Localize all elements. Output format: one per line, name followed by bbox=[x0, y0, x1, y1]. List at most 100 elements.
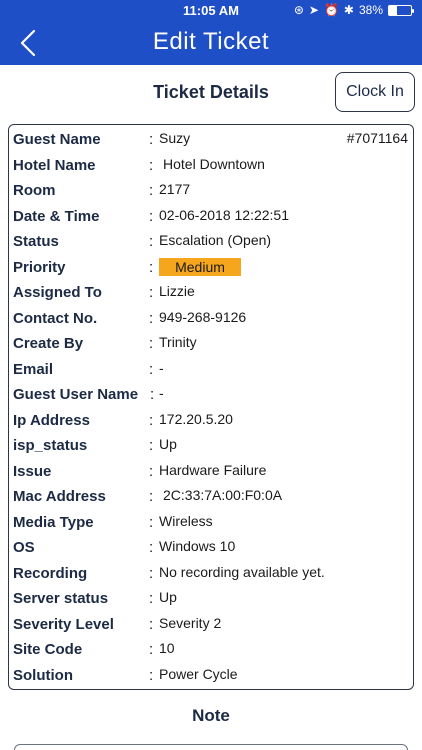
detail-value: Windows 10 bbox=[159, 538, 236, 554]
detail-value: - bbox=[159, 385, 164, 401]
detail-label: Ip Address bbox=[13, 411, 90, 429]
detail-label: isp_status bbox=[13, 437, 88, 454]
detail-value: Severity 2 bbox=[159, 614, 222, 631]
detail-value: 2177 bbox=[159, 181, 191, 197]
detail-label: Site Code bbox=[13, 641, 83, 658]
status-indicators: ⊛ ➤ ⏰ ✱ 38% bbox=[293, 3, 414, 17]
detail-row-solution: Solution : Power Cycle bbox=[13, 663, 403, 687]
detail-colon: : bbox=[149, 258, 154, 276]
detail-colon: : bbox=[149, 564, 154, 582]
location-icon: ➤ bbox=[308, 3, 319, 17]
detail-label: Date & Time bbox=[13, 207, 100, 225]
detail-colon: : bbox=[149, 590, 154, 607]
detail-row-priority: Priority : Medium bbox=[13, 255, 403, 279]
page-title: Edit Ticket bbox=[152, 28, 270, 55]
detail-row-server-status: Server status : Up bbox=[13, 586, 403, 610]
detail-label: Room bbox=[13, 182, 56, 199]
detail-value: - bbox=[159, 359, 164, 376]
detail-label: Create By bbox=[13, 335, 84, 352]
detail-value: Power Cycle bbox=[159, 665, 238, 682]
detail-colon: : bbox=[149, 615, 154, 633]
detail-colon: : bbox=[149, 156, 154, 174]
detail-colon: : bbox=[149, 666, 154, 684]
detail-label: Assigned To bbox=[13, 284, 102, 301]
detail-row-room: Room : 2177 bbox=[13, 178, 403, 202]
detail-value: Hotel Downtown bbox=[163, 155, 265, 172]
detail-colon: : bbox=[149, 335, 154, 352]
detail-label: Recording bbox=[13, 564, 88, 582]
detail-colon: : bbox=[149, 513, 154, 531]
detail-colon: : bbox=[149, 284, 154, 301]
detail-row-assigned-to: Assigned To : Lizzie bbox=[13, 280, 403, 304]
detail-colon: : bbox=[149, 411, 154, 429]
nav-bar: Edit Ticket bbox=[0, 20, 422, 65]
detail-row-email: Email : - bbox=[13, 357, 403, 381]
battery-fill bbox=[389, 5, 398, 15]
detail-row-recording: Recording : No recording available yet. bbox=[13, 561, 403, 585]
detail-row-ip-address: Ip Address : 172.20.5.20 bbox=[13, 408, 403, 432]
detail-label: Severity Level bbox=[13, 615, 114, 633]
detail-row-hotel-name: Hotel Name : Hotel Downtown bbox=[13, 153, 403, 177]
priority-badge: Medium bbox=[159, 257, 241, 276]
detail-row-issue: Issue : Hardware Failure bbox=[13, 459, 403, 483]
detail-value: Lizzie bbox=[159, 283, 195, 299]
detail-value: 172.20.5.20 bbox=[159, 410, 233, 427]
detail-label: Guest Name bbox=[13, 131, 101, 148]
detail-row-create-by: Create By : Trinity bbox=[13, 331, 403, 355]
ticket-details-panel: #7071164 Guest Name : Suzy Hotel Name : … bbox=[8, 124, 414, 690]
detail-label: Solution bbox=[13, 666, 73, 684]
note-heading: Note bbox=[192, 706, 230, 725]
detail-row-status: Status : Escalation (Open) bbox=[13, 229, 403, 253]
detail-value: No recording available yet. bbox=[159, 563, 325, 580]
detail-value: Suzy bbox=[159, 130, 191, 146]
detail-label: Media Type bbox=[13, 513, 94, 531]
detail-row-contact-no: Contact No. : 949-268-9126 bbox=[13, 306, 403, 330]
detail-colon: : bbox=[149, 488, 154, 505]
detail-colon: : bbox=[149, 539, 154, 556]
detail-value: Wireless bbox=[159, 512, 213, 529]
detail-colon: : bbox=[149, 182, 154, 199]
detail-label: Issue bbox=[13, 462, 52, 480]
detail-label: Hotel Name bbox=[13, 156, 96, 174]
detail-row-mac-address: Mac Address : 2C:33:7A:00:F0:0A bbox=[13, 484, 403, 508]
detail-label: Priority bbox=[13, 258, 66, 276]
alarm-icon: ⏰ bbox=[323, 3, 339, 17]
detail-value: Up bbox=[159, 436, 177, 452]
screen-lock-icon: ⊛ bbox=[293, 3, 304, 17]
detail-value: 2C:33:7A:00:F0:0A bbox=[163, 487, 283, 503]
detail-label: Mac Address bbox=[13, 488, 106, 505]
detail-colon: : bbox=[149, 309, 154, 327]
detail-row-isp-status: isp_status : Up bbox=[13, 433, 403, 457]
detail-label: Contact No. bbox=[13, 309, 98, 327]
clock-in-button[interactable]: Clock In bbox=[335, 72, 415, 112]
detail-colon: : bbox=[149, 233, 154, 250]
detail-label: OS bbox=[13, 539, 35, 556]
detail-label: Server status bbox=[13, 590, 109, 607]
detail-label: Email bbox=[13, 360, 54, 378]
detail-value: Trinity bbox=[159, 334, 197, 350]
detail-value: 02-06-2018 12:22:51 bbox=[159, 206, 289, 223]
detail-row-guest-name: Guest Name : Suzy bbox=[13, 127, 403, 151]
detail-value: 949-268-9126 bbox=[159, 308, 247, 325]
detail-row-guest-user-name: Guest User Name : - bbox=[13, 382, 403, 406]
detail-colon: : bbox=[149, 462, 154, 480]
detail-colon: : bbox=[149, 360, 154, 378]
note-input[interactable] bbox=[14, 744, 408, 750]
detail-colon: : bbox=[149, 131, 154, 148]
detail-value: Hardware Failure bbox=[159, 461, 267, 478]
detail-row-os: OS : Windows 10 bbox=[13, 535, 403, 559]
bluetooth-icon: ✱ bbox=[343, 3, 354, 17]
detail-value: 10 bbox=[159, 640, 175, 656]
battery-icon bbox=[388, 4, 414, 16]
detail-row-severity-level: Severity Level : Severity 2 bbox=[13, 612, 403, 636]
detail-colon: : bbox=[149, 641, 154, 658]
detail-label: Status bbox=[13, 233, 59, 250]
detail-colon: : bbox=[150, 386, 155, 403]
detail-value: Up bbox=[159, 589, 177, 605]
detail-value: Escalation (Open) bbox=[159, 232, 272, 248]
detail-row-site-code: Site Code : 10 bbox=[13, 637, 403, 661]
detail-colon: : bbox=[149, 437, 154, 454]
detail-value: Medium bbox=[159, 257, 241, 276]
detail-label: Guest User Name bbox=[13, 386, 139, 403]
detail-row-date-time: Date & Time : 02-06-2018 12:22:51 bbox=[13, 204, 403, 228]
